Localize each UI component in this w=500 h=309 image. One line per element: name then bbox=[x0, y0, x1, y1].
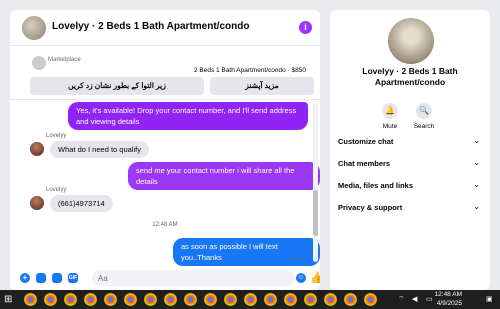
chrome-icon[interactable] bbox=[104, 293, 117, 306]
like-icon[interactable]: 👍 bbox=[310, 271, 320, 284]
listing-avatar[interactable] bbox=[388, 18, 434, 64]
plus-icon[interactable]: + bbox=[20, 273, 30, 283]
marketplace-label: Marketplace bbox=[48, 57, 81, 63]
gif-icon[interactable]: GIF bbox=[68, 273, 78, 283]
scrollbar-thumb[interactable] bbox=[313, 190, 318, 236]
message-incoming[interactable]: (661)4973714 bbox=[50, 195, 113, 212]
chat-title[interactable]: Lovelyy · 2 Beds 1 Bath Apartment/condo bbox=[52, 21, 249, 32]
sender-name: Lovelyy bbox=[46, 133, 67, 139]
clock[interactable]: 12:48 AM 4/9/2025 bbox=[435, 291, 462, 308]
divider bbox=[10, 99, 320, 100]
search-icon[interactable]: 🔍 bbox=[416, 103, 432, 119]
sticker-icon[interactable] bbox=[52, 273, 62, 283]
media-files-links-row[interactable]: Media, files and links ⌄ bbox=[338, 177, 480, 197]
clock-date: 4/9/2025 bbox=[436, 299, 462, 307]
message-input[interactable] bbox=[92, 270, 294, 286]
clock-time: 12:48 AM bbox=[434, 291, 462, 298]
row-label: Media, files and links bbox=[338, 181, 414, 190]
chrome-icon[interactable] bbox=[324, 293, 337, 306]
message-outgoing[interactable]: send me your contact number i will share… bbox=[128, 162, 320, 190]
privacy-support-row[interactable]: Privacy & support ⌄ bbox=[338, 199, 480, 219]
message-outgoing[interactable]: Yes, it's available! Drop your contact n… bbox=[68, 102, 308, 130]
scrollbar-track[interactable] bbox=[313, 102, 318, 262]
app-icon[interactable] bbox=[24, 293, 37, 306]
chrome-icon[interactable] bbox=[44, 293, 57, 306]
notification-icon[interactable]: ▣ bbox=[486, 295, 493, 303]
start-icon[interactable]: ⊞ bbox=[4, 294, 12, 305]
volume-icon[interactable]: ◀ bbox=[412, 295, 417, 303]
battery-icon[interactable]: ▭ bbox=[426, 295, 433, 303]
chat-window: Lovelyy · 2 Beds 1 Bath Apartment/condo … bbox=[10, 10, 320, 290]
photo-icon[interactable] bbox=[36, 273, 46, 283]
chrome-icon[interactable] bbox=[64, 293, 77, 306]
chrome-icon[interactable] bbox=[124, 293, 137, 306]
chrome-icon[interactable] bbox=[184, 293, 197, 306]
chat-members-row[interactable]: Chat members ⌄ bbox=[338, 155, 480, 175]
mark-pending-button[interactable]: زیر التوا کے بطور نشان زد کریں bbox=[30, 77, 204, 95]
contact-avatar[interactable] bbox=[30, 196, 44, 210]
chrome-icon[interactable] bbox=[364, 293, 377, 306]
chevron-down-icon: ⌄ bbox=[473, 158, 480, 167]
message-incoming[interactable]: What do I need to qualify bbox=[50, 141, 149, 158]
chrome-icon[interactable] bbox=[264, 293, 277, 306]
chrome-icon[interactable] bbox=[164, 293, 177, 306]
chevron-down-icon: ⌄ bbox=[473, 136, 480, 145]
chrome-icon[interactable] bbox=[344, 293, 357, 306]
chrome-icon[interactable] bbox=[284, 293, 297, 306]
row-label: Chat members bbox=[338, 159, 391, 168]
chrome-icon[interactable] bbox=[304, 293, 317, 306]
message-timestamp: 12:48 AM bbox=[152, 222, 178, 228]
mute-icon[interactable]: 🔔 bbox=[382, 103, 398, 119]
chrome-icon[interactable] bbox=[224, 293, 237, 306]
chevron-down-icon: ⌄ bbox=[473, 202, 480, 211]
chrome-icon[interactable] bbox=[144, 293, 157, 306]
sender-name: Lovelyy bbox=[46, 187, 67, 193]
panel-title: Lovelyy · 2 Beds 1 Bath Apartment/condo bbox=[362, 66, 458, 87]
info-icon[interactable]: i bbox=[299, 21, 312, 34]
row-label: Privacy & support bbox=[338, 203, 403, 212]
composer: + GIF ☺ 👍 bbox=[10, 266, 320, 290]
search-label: Search bbox=[413, 123, 435, 130]
taskbar: ⊞ ⌔ ◀ ▭ 12:48 AM 4/9/2025 ▣ bbox=[0, 290, 500, 309]
chat-avatar[interactable] bbox=[22, 16, 46, 40]
customize-chat-row[interactable]: Customize chat ⌄ bbox=[338, 133, 480, 153]
row-label: Customize chat bbox=[338, 137, 394, 146]
chrome-icon[interactable] bbox=[204, 293, 217, 306]
wifi-icon[interactable]: ⌔ bbox=[398, 295, 405, 304]
more-options-button[interactable]: مزید آپشنز bbox=[210, 77, 314, 95]
chevron-down-icon: ⌄ bbox=[473, 180, 480, 189]
chat-info-panel: Lovelyy · 2 Beds 1 Bath Apartment/condo … bbox=[330, 10, 490, 290]
chrome-icon[interactable] bbox=[84, 293, 97, 306]
chat-header: Lovelyy · 2 Beds 1 Bath Apartment/condo … bbox=[10, 10, 320, 46]
marketplace-avatar bbox=[32, 56, 46, 70]
listing-summary: 2 Beds 1 Bath Apartment/condo · $850 bbox=[193, 67, 306, 74]
chrome-icon[interactable] bbox=[244, 293, 257, 306]
contact-avatar[interactable] bbox=[30, 142, 44, 156]
sent-status: Sent bbox=[290, 256, 302, 262]
emoji-icon[interactable]: ☺ bbox=[296, 273, 306, 283]
